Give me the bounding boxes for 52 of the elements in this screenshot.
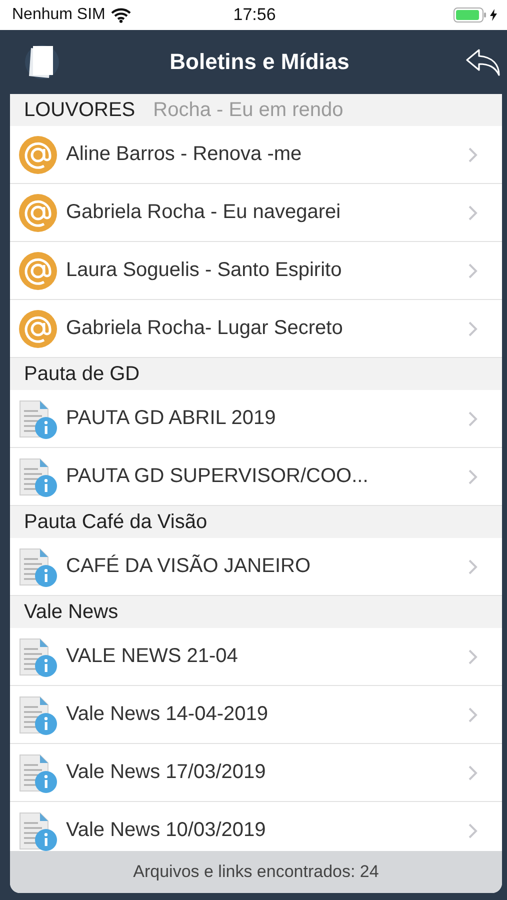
list-item-label: Rocha - Eu em rendo bbox=[153, 98, 344, 122]
list-item-label: CAFÉ DA VISÃO JANEIRO bbox=[66, 555, 312, 578]
reply-back-icon[interactable] bbox=[465, 47, 501, 77]
chevron-right-icon bbox=[468, 320, 478, 336]
list-row[interactable]: Vale News 17/03/2019 bbox=[10, 744, 502, 802]
list-item-label: Gabriela Rocha- Lugar Secreto bbox=[66, 317, 344, 340]
list-item-label: PAUTA GD SUPERVISOR/COO... bbox=[66, 465, 370, 488]
chevron-right-icon bbox=[468, 262, 478, 278]
chevron-right-icon bbox=[468, 146, 478, 162]
section-title: Pauta de GD bbox=[24, 362, 140, 386]
screen-title: Boletins e Mídias bbox=[168, 49, 350, 75]
list-row[interactable]: Vale News 14-04-2019 bbox=[10, 686, 502, 744]
list-item-label: Vale News 10/03/2019 bbox=[66, 819, 267, 842]
list-item-label: VALE NEWS 21-04 bbox=[66, 645, 239, 668]
wifi-icon bbox=[111, 8, 132, 22]
at-sign-icon bbox=[18, 134, 58, 174]
section-title: Vale News bbox=[24, 600, 118, 624]
chevron-right-icon bbox=[468, 764, 478, 780]
chevron-right-icon bbox=[468, 468, 478, 484]
battery-icon bbox=[453, 7, 488, 23]
at-sign-icon bbox=[18, 250, 58, 290]
papers-icon[interactable] bbox=[24, 42, 60, 82]
carrier-text: Nenhum SIM bbox=[12, 6, 106, 24]
list-row[interactable]: Laura Soguelis - Santo Espirito bbox=[10, 242, 502, 300]
list-item-label: Gabriela Rocha - Eu navegarei bbox=[66, 201, 342, 224]
section-title: Pauta Café da Visão bbox=[24, 510, 208, 534]
list-item-label: Vale News 17/03/2019 bbox=[66, 761, 267, 784]
results-count-text: Arquivos e links encontrados: 24 bbox=[133, 862, 379, 882]
chevron-right-icon bbox=[468, 822, 478, 838]
chevron-right-icon bbox=[468, 410, 478, 426]
list-item-label: Aline Barros - Renova -me bbox=[66, 143, 303, 166]
list-row[interactable]: Aline Barros - Renova -me bbox=[10, 126, 502, 184]
list-item-label: Laura Soguelis - Santo Espirito bbox=[66, 259, 343, 282]
document-info-icon bbox=[18, 636, 58, 676]
at-sign-icon bbox=[18, 308, 58, 348]
list-row[interactable]: VALE NEWS 21-04 bbox=[10, 628, 502, 686]
list-item-label: PAUTA GD ABRIL 2019 bbox=[66, 407, 277, 430]
list-item-label: Vale News 14-04-2019 bbox=[66, 703, 269, 726]
clock-time: 17:56 bbox=[233, 5, 276, 25]
document-info-icon bbox=[18, 456, 58, 496]
chevron-right-icon bbox=[468, 204, 478, 220]
chevron-right-icon bbox=[468, 648, 478, 664]
document-info-icon bbox=[18, 694, 58, 734]
document-info-icon bbox=[18, 398, 58, 438]
document-info-icon bbox=[18, 546, 58, 586]
list-row[interactable]: Gabriela Rocha - Eu navegarei bbox=[10, 184, 502, 242]
chevron-right-icon bbox=[468, 558, 478, 574]
list-row[interactable]: PAUTA GD ABRIL 2019 bbox=[10, 390, 502, 448]
section-title: LOUVORES bbox=[24, 98, 136, 122]
chevron-right-icon bbox=[468, 706, 478, 722]
at-sign-icon bbox=[18, 192, 58, 232]
document-info-icon bbox=[18, 752, 58, 792]
